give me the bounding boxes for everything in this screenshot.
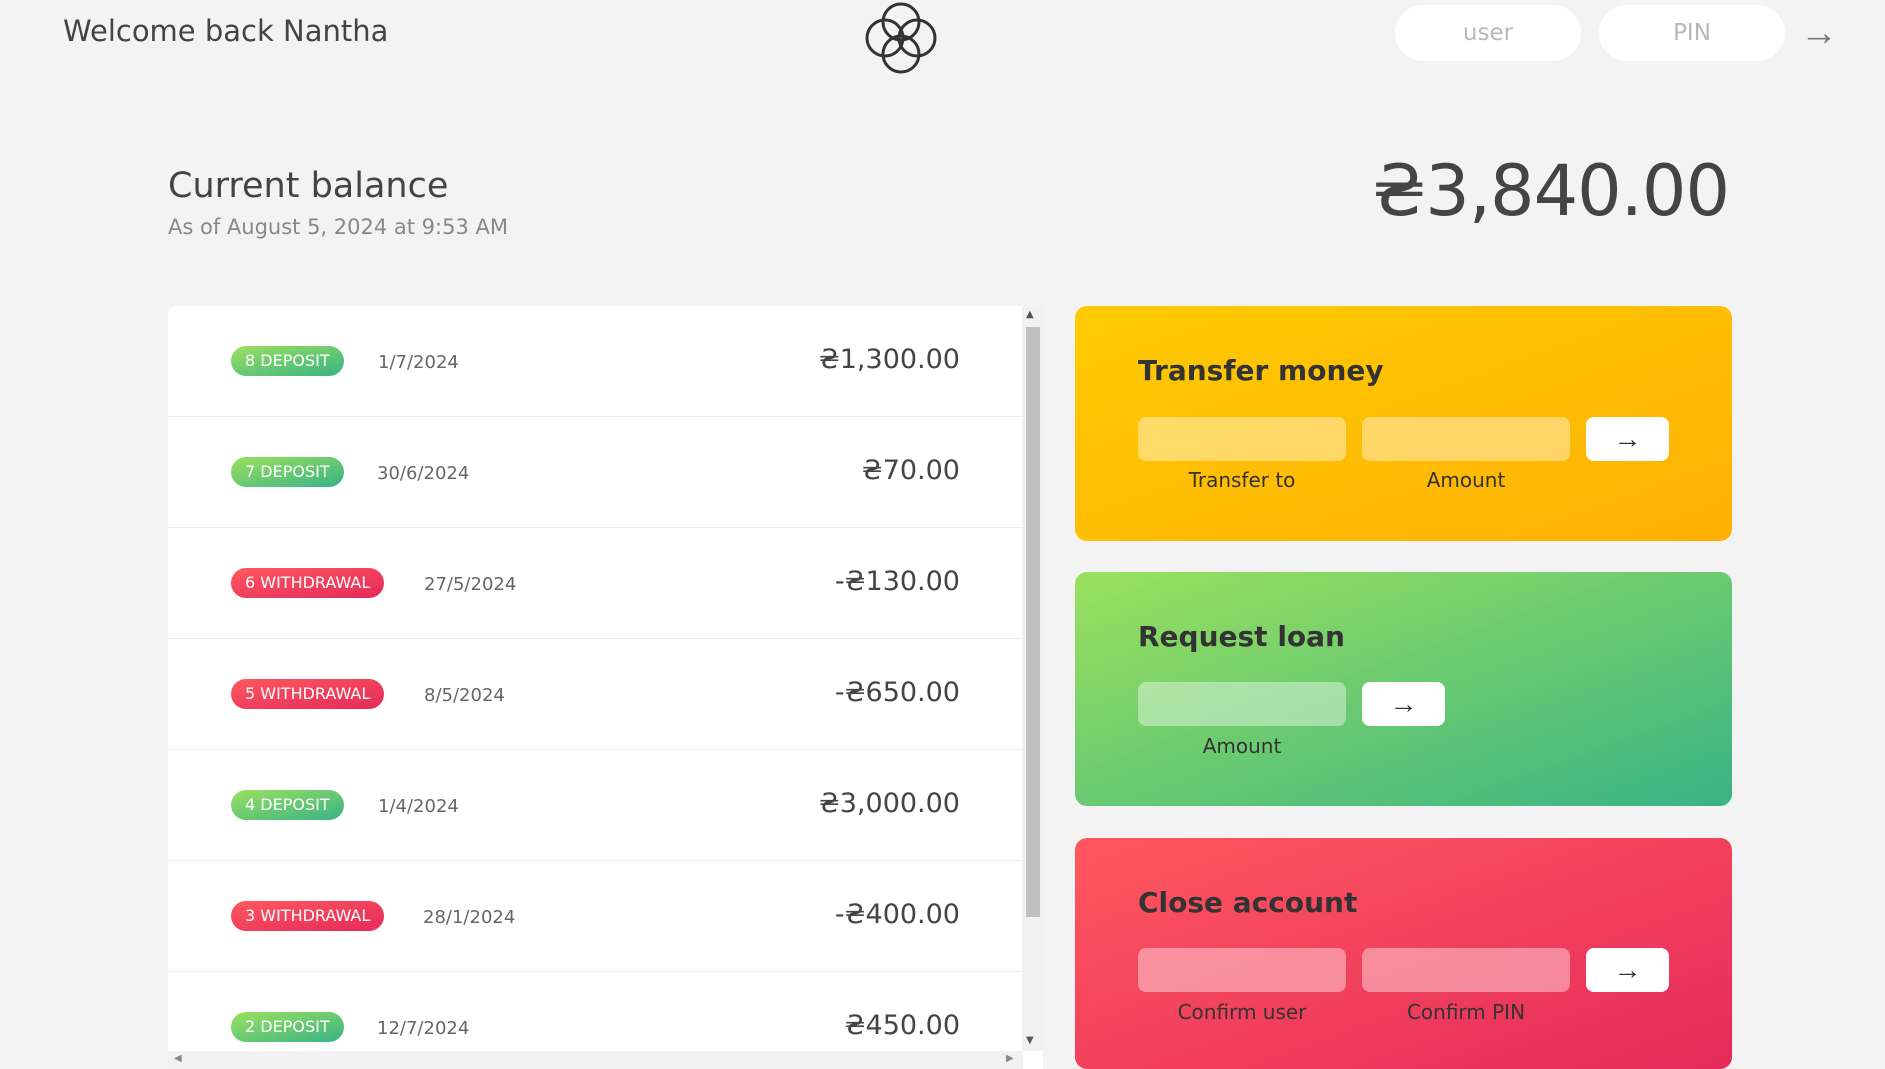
scrollbar-thumb[interactable] xyxy=(1026,327,1040,917)
close-button[interactable]: → xyxy=(1586,948,1669,992)
movement-date: 1/4/2024 xyxy=(378,796,459,817)
movement-value: -₴400.00 xyxy=(834,899,960,930)
transfer-amount-label: Amount xyxy=(1426,468,1506,492)
movement-type-badge: 2 DEPOSIT xyxy=(231,1012,344,1042)
transfer-amount-input[interactable] xyxy=(1362,417,1570,461)
loan-title: Request loan xyxy=(1138,620,1345,653)
movement-date: 12/7/2024 xyxy=(377,1018,470,1039)
movement-date: 1/7/2024 xyxy=(378,352,459,373)
login-pin-input[interactable] xyxy=(1599,5,1785,61)
balance-label: Current balance xyxy=(168,166,449,206)
balance-value: ₴3,840.00 xyxy=(1372,150,1730,232)
movement-value: ₴450.00 xyxy=(844,1010,960,1041)
close-title: Close account xyxy=(1138,886,1358,919)
movement-value: ₴3,000.00 xyxy=(818,788,960,819)
welcome-message: Welcome back Nantha xyxy=(63,14,389,48)
scroll-right-icon[interactable]: ▶ xyxy=(1006,1054,1014,1064)
movement-value: -₴650.00 xyxy=(834,677,960,708)
loan-panel: Request loan → Amount xyxy=(1075,572,1732,806)
loan-amount-input[interactable] xyxy=(1138,682,1346,726)
scroll-up-icon[interactable]: ▲ xyxy=(1026,310,1034,320)
loan-amount-label: Amount xyxy=(1202,734,1282,758)
transfer-to-label: Transfer to xyxy=(1188,468,1296,492)
movements-list[interactable]: 8 DEPOSIT 1/7/2024 ₴1,300.00 7 DEPOSIT 3… xyxy=(168,306,1043,1069)
transfer-panel: Transfer money → Transfer to Amount xyxy=(1075,306,1732,541)
close-account-panel: Close account → Confirm user Confirm PIN xyxy=(1075,838,1732,1069)
close-pin-label: Confirm PIN xyxy=(1406,1000,1526,1024)
movement-date: 27/5/2024 xyxy=(424,574,517,595)
movement-type-badge: 4 DEPOSIT xyxy=(231,790,344,820)
movement-type-badge: 6 WITHDRAWAL xyxy=(231,568,385,598)
movement-row: 7 DEPOSIT 30/6/2024 ₴70.00 xyxy=(168,417,1023,528)
movement-value: ₴70.00 xyxy=(861,455,960,486)
transfer-to-input[interactable] xyxy=(1138,417,1346,461)
login-user-input[interactable] xyxy=(1395,5,1581,61)
transfer-button[interactable]: → xyxy=(1586,417,1669,461)
movement-date: 28/1/2024 xyxy=(423,907,516,928)
movement-row: 8 DEPOSIT 1/7/2024 ₴1,300.00 xyxy=(168,306,1023,417)
movement-type-badge: 5 WITHDRAWAL xyxy=(231,679,385,709)
movement-row: 4 DEPOSIT 1/4/2024 ₴3,000.00 xyxy=(168,750,1023,861)
scroll-left-icon[interactable]: ◀ xyxy=(174,1054,182,1064)
close-pin-input[interactable] xyxy=(1362,948,1570,992)
scroll-down-icon[interactable]: ▼ xyxy=(1026,1036,1034,1046)
logo-icon xyxy=(865,2,937,74)
movement-row: 5 WITHDRAWAL 8/5/2024 -₴650.00 xyxy=(168,639,1023,750)
movement-value: ₴1,300.00 xyxy=(818,344,960,375)
balance-date: As of August 5, 2024 at 9:53 AM xyxy=(168,215,508,239)
movement-type-badge: 7 DEPOSIT xyxy=(231,457,344,487)
loan-button[interactable]: → xyxy=(1362,682,1445,726)
movement-row: 6 WITHDRAWAL 27/5/2024 -₴130.00 xyxy=(168,528,1023,639)
movement-type-badge: 8 DEPOSIT xyxy=(231,346,344,376)
top-nav: Welcome back Nantha → xyxy=(0,0,1885,74)
transfer-title: Transfer money xyxy=(1138,354,1384,387)
login-button[interactable]: → xyxy=(1800,14,1838,52)
movement-date: 8/5/2024 xyxy=(424,685,505,706)
close-user-label: Confirm user xyxy=(1177,1000,1307,1024)
vertical-scrollbar[interactable]: ▲ ▼ xyxy=(1022,306,1043,1051)
movement-type-badge: 3 WITHDRAWAL xyxy=(231,901,385,931)
horizontal-scrollbar[interactable]: ◀ ▶ xyxy=(168,1051,1023,1069)
movement-value: -₴130.00 xyxy=(834,566,960,597)
movement-row: 3 WITHDRAWAL 28/1/2024 -₴400.00 xyxy=(168,861,1023,972)
movement-date: 30/6/2024 xyxy=(377,463,470,484)
close-user-input[interactable] xyxy=(1138,948,1346,992)
